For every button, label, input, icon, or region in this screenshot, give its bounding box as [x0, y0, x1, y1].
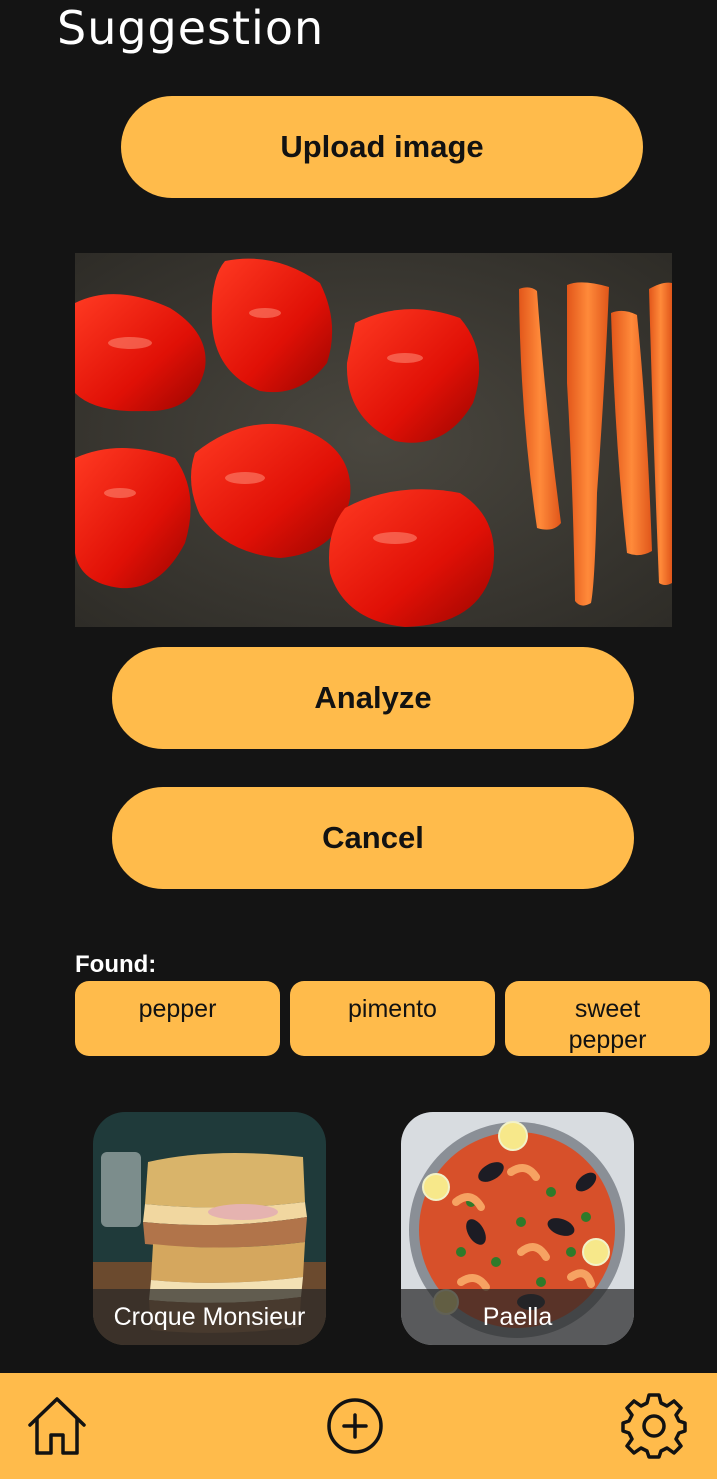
- upload-image-button[interactable]: Upload image: [121, 96, 643, 198]
- uploaded-image: [75, 253, 672, 627]
- found-label: Found:: [75, 951, 157, 978]
- recipe-card-paella[interactable]: Paella: [401, 1112, 634, 1345]
- home-icon[interactable]: [22, 1391, 92, 1461]
- plus-circle-icon[interactable]: [320, 1391, 390, 1461]
- analyze-button[interactable]: Analyze: [112, 647, 634, 749]
- recipe-name: Paella: [401, 1289, 634, 1345]
- ingredient-chip[interactable]: pimento: [290, 981, 495, 1056]
- gear-icon[interactable]: [619, 1391, 689, 1461]
- page-title: Suggestion: [57, 1, 325, 55]
- cancel-button[interactable]: Cancel: [112, 787, 634, 889]
- recipe-card-croque-monsieur[interactable]: Croque Monsieur: [93, 1112, 326, 1345]
- recipe-name: Croque Monsieur: [93, 1289, 326, 1345]
- bottom-navigation: [0, 1373, 717, 1479]
- ingredient-chip[interactable]: pepper: [75, 981, 280, 1056]
- ingredient-chip[interactable]: sweet pepper: [505, 981, 710, 1056]
